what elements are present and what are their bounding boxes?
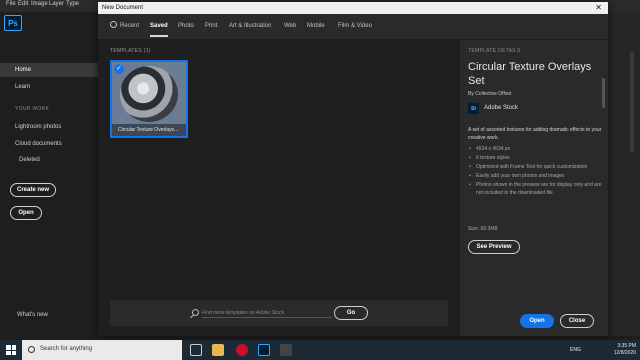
see-preview-button[interactable]: See Preview xyxy=(468,240,520,254)
language-indicator[interactable]: ENG xyxy=(570,347,581,353)
search-icon xyxy=(192,309,199,316)
template-card-label: Circular Texture Overlays... xyxy=(112,124,186,136)
open-button[interactable]: Open xyxy=(10,206,42,220)
your-work-header: YOUR WORK xyxy=(15,106,50,112)
tab-mobile[interactable]: Mobile xyxy=(307,23,325,29)
task-view-icon[interactable] xyxy=(190,344,202,356)
tab-photo[interactable]: Photo xyxy=(178,23,194,29)
gutter-scrollbar[interactable] xyxy=(630,52,634,152)
tab-print[interactable]: Print xyxy=(205,23,217,29)
template-details-panel: TEMPLATE DETAILS Circular Texture Overla… xyxy=(460,40,608,336)
details-header: TEMPLATE DETAILS xyxy=(468,48,521,54)
details-scrollbar[interactable] xyxy=(602,78,605,108)
template-size: Size: 68.3MB xyxy=(468,226,498,232)
tab-recent[interactable]: Recent xyxy=(120,23,139,29)
sidebar-item-cloud-documents[interactable]: Cloud documents xyxy=(0,137,98,151)
stock-source: Adobe Stock xyxy=(484,105,519,111)
new-document-dialog: New Document ✕ Recent Saved Photo Print … xyxy=(98,2,608,336)
template-title: Circular Texture Overlays Set xyxy=(468,61,592,87)
search-icon xyxy=(28,346,35,353)
dialog-close-icon[interactable]: ✕ xyxy=(595,2,602,14)
sidebar-item-deleted[interactable]: Deleted xyxy=(0,153,98,167)
template-description: A set of assorted textures for adding dr… xyxy=(468,127,602,141)
menu-image[interactable]: Image xyxy=(31,1,48,7)
checkmark-icon: ✓ xyxy=(114,64,124,74)
right-gutter xyxy=(608,12,640,336)
template-card[interactable]: ✓ Circular Texture Overlays... xyxy=(110,60,188,138)
photoshop-taskbar-icon[interactable] xyxy=(258,344,270,356)
photoshop-logo: Ps xyxy=(4,15,22,31)
stock-search-bar: Go xyxy=(110,300,448,326)
stock-search-input[interactable] xyxy=(202,308,332,318)
system-clock[interactable]: 3:35 PM 12/8/2020 xyxy=(614,343,636,357)
sidebar-item-lightroom[interactable]: Lightroom photos xyxy=(0,120,98,134)
list-item: 4534 x 4534 px xyxy=(468,145,604,153)
menu-file[interactable]: File xyxy=(6,1,16,7)
template-feature-list: 4534 x 4534 px 6 texture styles Optimize… xyxy=(468,145,604,198)
list-item: Photos shown in the preview are for disp… xyxy=(468,181,604,197)
preset-tabs: Recent Saved Photo Print Art & Illustrat… xyxy=(98,14,608,40)
tab-saved[interactable]: Saved xyxy=(150,23,168,37)
clock-icon xyxy=(110,21,117,28)
windows-taskbar: Search for anything ENG 3:35 PM 12/8/202… xyxy=(0,340,640,360)
adobe-stock-logo-icon: St xyxy=(468,103,479,114)
clock-time: 3:35 PM xyxy=(617,343,636,349)
file-explorer-icon[interactable] xyxy=(212,344,224,356)
list-item: Optimized with Frame Tool for quick cust… xyxy=(468,163,604,171)
app-icon[interactable] xyxy=(280,344,292,356)
list-item: Easily add your own photos and images xyxy=(468,172,604,180)
create-new-button[interactable]: Create new xyxy=(10,183,56,197)
tab-film-video[interactable]: Film & Video xyxy=(338,23,372,29)
menu-type[interactable]: Type xyxy=(66,1,79,7)
templates-panel: TEMPLATES (1) ✓ Circular Texture Overlay… xyxy=(98,40,460,336)
tab-art-illustration[interactable]: Art & Illustration xyxy=(229,23,271,29)
menu-layer[interactable]: Layer xyxy=(49,1,64,7)
sidebar-item-learn[interactable]: Learn xyxy=(0,80,98,94)
taskbar-search-placeholder: Search for anything xyxy=(40,346,93,352)
list-item: 6 texture styles xyxy=(468,154,604,162)
whats-new-link[interactable]: What's new xyxy=(0,308,98,322)
tab-web[interactable]: Web xyxy=(284,23,296,29)
taskbar-search-box[interactable]: Search for anything xyxy=(22,340,182,360)
close-button[interactable]: Close xyxy=(560,314,594,328)
templates-header: TEMPLATES (1) xyxy=(110,48,151,54)
windows-start-icon[interactable] xyxy=(6,345,16,355)
clock-date: 12/8/2020 xyxy=(613,350,636,356)
go-button[interactable]: Go xyxy=(334,306,368,320)
app-icon[interactable] xyxy=(236,344,248,356)
template-thumbnail xyxy=(120,66,178,122)
home-sidebar: Home Learn YOUR WORK Lightroom photos Cl… xyxy=(0,34,98,336)
sidebar-item-home[interactable]: Home xyxy=(0,63,98,77)
menu-edit[interactable]: Edit xyxy=(18,1,28,7)
open-document-button[interactable]: Open xyxy=(520,314,554,328)
dialog-title: New Document xyxy=(98,2,608,14)
template-author: By Collective Offset xyxy=(468,91,512,97)
